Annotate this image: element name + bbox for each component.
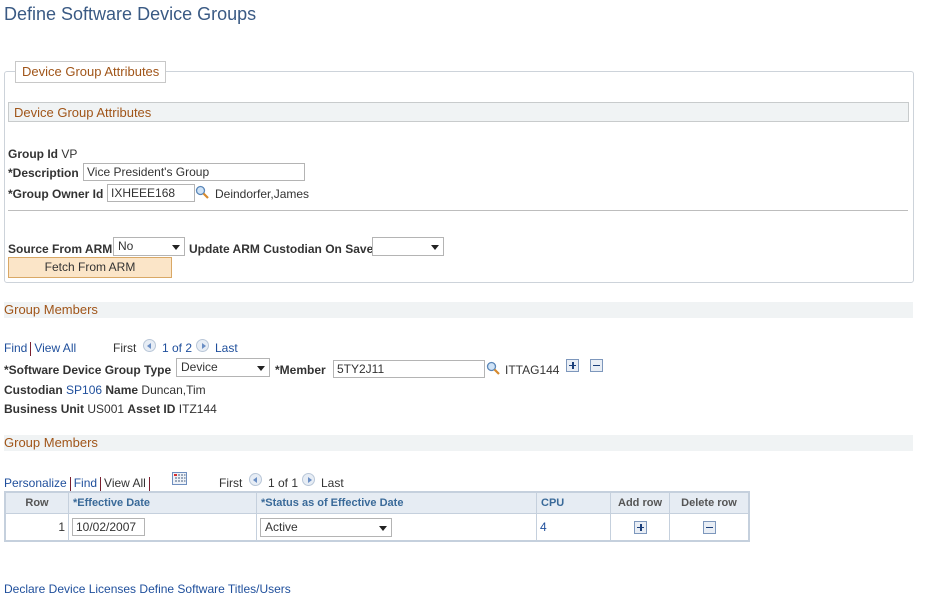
business-unit-value: US001 xyxy=(87,402,125,416)
grid-find-link[interactable]: Find xyxy=(74,476,97,490)
status-cell: Active xyxy=(256,513,537,542)
separator xyxy=(148,476,150,491)
owner-label: *Group Owner Id xyxy=(8,187,104,201)
delete-row-icon[interactable] xyxy=(702,521,716,535)
member-input[interactable] xyxy=(333,360,485,378)
delete-member-icon[interactable] xyxy=(590,359,603,372)
grid-nav: Personalize Find View All xyxy=(4,476,153,491)
group-members-header: Group Members xyxy=(4,302,913,318)
source-select-value: No xyxy=(118,239,134,253)
member-desc: ITTAG144 xyxy=(505,363,560,377)
delete-row-cell xyxy=(669,513,750,542)
chevron-down-icon xyxy=(379,525,387,531)
members-view-all-link[interactable]: View All xyxy=(34,341,76,355)
fetch-from-arm-button[interactable]: Fetch From ARM xyxy=(8,257,172,278)
business-unit-row: Business Unit US001 Asset ID ITZ144 xyxy=(4,402,217,416)
group-id-label: Group Id xyxy=(8,147,58,161)
members-nav: Find View All xyxy=(4,341,76,356)
grid-last: Last xyxy=(321,476,344,490)
table-row: 1 Active 4 xyxy=(4,513,750,542)
spreadsheet-icon[interactable] xyxy=(172,472,187,485)
owner-lookup-icon[interactable] xyxy=(195,185,209,199)
chevron-down-icon xyxy=(431,245,439,250)
next-icon[interactable] xyxy=(196,339,209,352)
effective-date-input[interactable] xyxy=(72,518,145,536)
chevron-down-icon xyxy=(257,366,265,371)
custodian-label: Custodian xyxy=(4,383,63,397)
group-members-grid: Row *Effective Date *Status as of Effect… xyxy=(4,491,750,542)
chevron-down-icon xyxy=(172,245,180,250)
owner-input[interactable] xyxy=(107,184,195,202)
name-label: Name xyxy=(105,383,139,397)
page-title: Define Software Device Groups xyxy=(4,4,257,24)
group-id-row: Group Id VP xyxy=(8,147,77,161)
effective-date-cell xyxy=(68,513,257,542)
column-header-row: Row xyxy=(4,491,69,514)
update-label: Update ARM Custodian On Save xyxy=(189,242,374,256)
attributes-subheader: Device Group Attributes xyxy=(8,102,909,122)
grid-header: Group Members xyxy=(4,435,913,451)
separator xyxy=(30,341,32,356)
previous-icon[interactable] xyxy=(249,473,262,486)
members-first: First xyxy=(113,341,137,355)
grid-view-all[interactable]: View All xyxy=(104,476,146,490)
members-last-link[interactable]: Last xyxy=(215,341,238,355)
name-value: Duncan,Tim xyxy=(141,383,206,397)
update-select[interactable] xyxy=(372,237,444,256)
members-find-link[interactable]: Find xyxy=(4,341,27,355)
personalize-link[interactable]: Personalize xyxy=(4,476,67,490)
custodian-row: Custodian SP106 Name Duncan,Tim xyxy=(4,383,206,397)
type-select[interactable]: Device xyxy=(176,358,270,377)
business-unit-label: Business Unit xyxy=(4,402,85,416)
source-select[interactable]: No xyxy=(113,237,185,256)
row-number: 1 xyxy=(4,513,69,542)
member-lookup-icon[interactable] xyxy=(486,361,500,375)
description-label: *Description xyxy=(8,166,79,180)
add-member-icon[interactable] xyxy=(566,359,579,372)
type-label: *Software Device Group Type xyxy=(4,363,172,377)
asset-id-value: ITZ144 xyxy=(178,402,217,416)
column-header-effective-date[interactable]: *Effective Date xyxy=(68,491,257,514)
separator xyxy=(100,476,102,491)
separator xyxy=(69,476,71,491)
status-select-value: Active xyxy=(265,519,298,534)
add-row-cell xyxy=(610,513,670,542)
next-icon[interactable] xyxy=(302,473,315,486)
add-row-icon[interactable] xyxy=(633,521,647,535)
attributes-legend: Device Group Attributes xyxy=(15,61,167,83)
grid-first: First xyxy=(219,476,243,490)
asset-id-label: Asset ID xyxy=(127,402,176,416)
member-label: *Member xyxy=(275,363,326,377)
attributes-divider xyxy=(8,210,908,211)
column-header-cpu[interactable]: CPU xyxy=(536,491,611,514)
footer-links: Declare Device Licenses Define Software … xyxy=(4,582,291,596)
owner-name: Deindorfer,James xyxy=(215,187,310,201)
grid-pager: 1 of 1 xyxy=(268,476,299,490)
description-input[interactable] xyxy=(83,163,305,181)
group-id-value: VP xyxy=(61,147,78,161)
source-label: Source From ARM xyxy=(8,242,113,256)
column-header-delete-row: Delete row xyxy=(669,491,750,514)
column-header-status[interactable]: *Status as of Effective Date xyxy=(256,491,537,514)
members-pager: 1 of 2 xyxy=(162,341,193,355)
define-software-titles-link[interactable]: Define Software Titles/Users xyxy=(139,582,290,596)
declare-device-licenses-link[interactable]: Declare Device Licenses xyxy=(4,582,136,596)
status-select[interactable]: Active xyxy=(260,517,392,537)
column-header-add-row: Add row xyxy=(610,491,670,514)
custodian-value[interactable]: SP106 xyxy=(66,383,102,397)
previous-icon[interactable] xyxy=(143,339,156,352)
grid-header-row: Row *Effective Date *Status as of Effect… xyxy=(4,491,750,514)
type-select-value: Device xyxy=(181,360,218,374)
cpu-cell[interactable]: 4 xyxy=(536,513,611,542)
